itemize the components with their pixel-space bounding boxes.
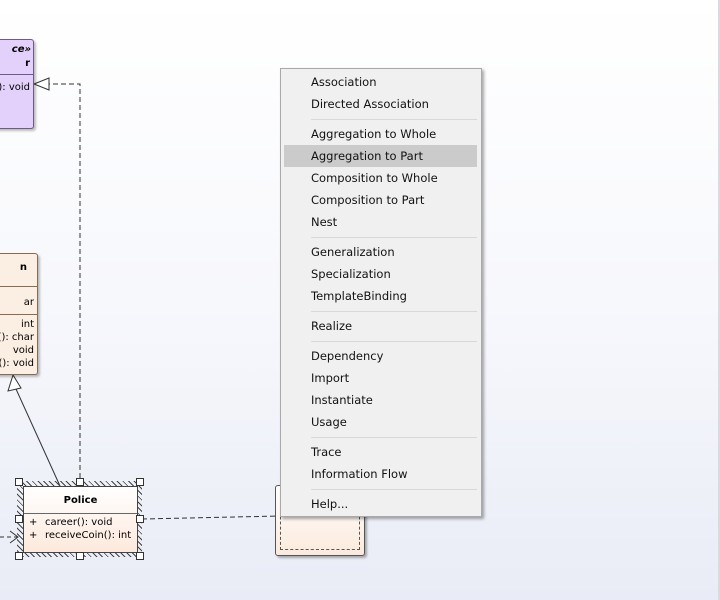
menu-separator (311, 437, 477, 438)
menu-item-help[interactable]: Help... (284, 493, 477, 515)
resize-handle[interactable] (15, 552, 23, 560)
relationship-context-menu[interactable]: Association Directed Association Aggrega… (280, 68, 482, 517)
menu-item-dependency[interactable]: Dependency (284, 345, 477, 367)
class-operation: int (20, 319, 34, 330)
menu-item-directed-association[interactable]: Directed Association (284, 93, 477, 115)
generalization-arrowhead (7, 373, 22, 392)
diagram-canvas[interactable]: ce» r (): void n ar int (): char void ()… (0, 0, 720, 600)
resize-handle[interactable] (76, 552, 84, 560)
menu-item-composition-to-whole[interactable]: Composition to Whole (284, 167, 477, 189)
class-operation: + career(): void (29, 517, 112, 528)
menu-separator (311, 311, 477, 312)
class-attribute: ar (23, 297, 34, 308)
menu-item-association[interactable]: Association (284, 71, 477, 93)
menu-separator (311, 237, 477, 238)
operation-signature: receiveCoin(): int (45, 530, 132, 541)
class-name: n (19, 262, 27, 273)
menu-separator (311, 489, 477, 490)
menu-item-realize[interactable]: Realize (284, 315, 477, 337)
menu-item-template-binding[interactable]: TemplateBinding (284, 285, 477, 307)
menu-item-instantiate[interactable]: Instantiate (284, 389, 477, 411)
resize-handle[interactable] (15, 515, 23, 523)
menu-item-nest[interactable]: Nest (284, 211, 477, 233)
menu-separator (311, 341, 477, 342)
menu-item-information-flow[interactable]: Information Flow (284, 463, 477, 485)
class-header: n (0, 254, 37, 287)
class-name: r (25, 58, 30, 69)
menu-item-aggregation-to-whole[interactable]: Aggregation to Whole (284, 123, 477, 145)
menu-item-generalization[interactable]: Generalization (284, 241, 477, 263)
class-operation: (): void (0, 82, 30, 93)
menu-item-usage[interactable]: Usage (284, 411, 477, 433)
police-class[interactable]: Police + career(): void + receiveCoin(): i… (23, 486, 138, 553)
class-header: ce» r (0, 40, 33, 75)
interface-class[interactable]: ce» r (): void (0, 39, 34, 129)
realization-arrowhead (32, 77, 50, 91)
pending-connector (141, 515, 281, 520)
menu-separator (311, 119, 477, 120)
class-stereotype: ce» (11, 44, 31, 55)
resize-handle[interactable] (76, 478, 84, 486)
class-operation: (): char (0, 332, 34, 343)
class-operation: (): void (0, 358, 34, 369)
resize-handle[interactable] (136, 515, 144, 523)
generalization-connector[interactable] (15, 388, 61, 487)
class-operation: void (12, 345, 34, 356)
menu-item-trace[interactable]: Trace (284, 441, 477, 463)
visibility-marker: + (29, 517, 38, 528)
resize-handle[interactable] (136, 552, 144, 560)
realization-connector[interactable] (49, 83, 81, 486)
class-operation: + receiveCoin(): int (29, 530, 131, 541)
class-name: Police (24, 487, 137, 514)
resize-handle[interactable] (136, 478, 144, 486)
menu-item-composition-to-part[interactable]: Composition to Part (284, 189, 477, 211)
operation-signature: career(): void (45, 517, 113, 528)
menu-item-specialization[interactable]: Specialization (284, 263, 477, 285)
resize-handle[interactable] (15, 478, 23, 486)
menu-item-aggregation-to-part[interactable]: Aggregation to Part (284, 145, 477, 167)
parent-class[interactable]: n ar int (): char void (): void (0, 253, 38, 375)
visibility-marker: + (29, 530, 38, 541)
menu-item-import[interactable]: Import (284, 367, 477, 389)
class-attributes: ar (0, 286, 37, 315)
